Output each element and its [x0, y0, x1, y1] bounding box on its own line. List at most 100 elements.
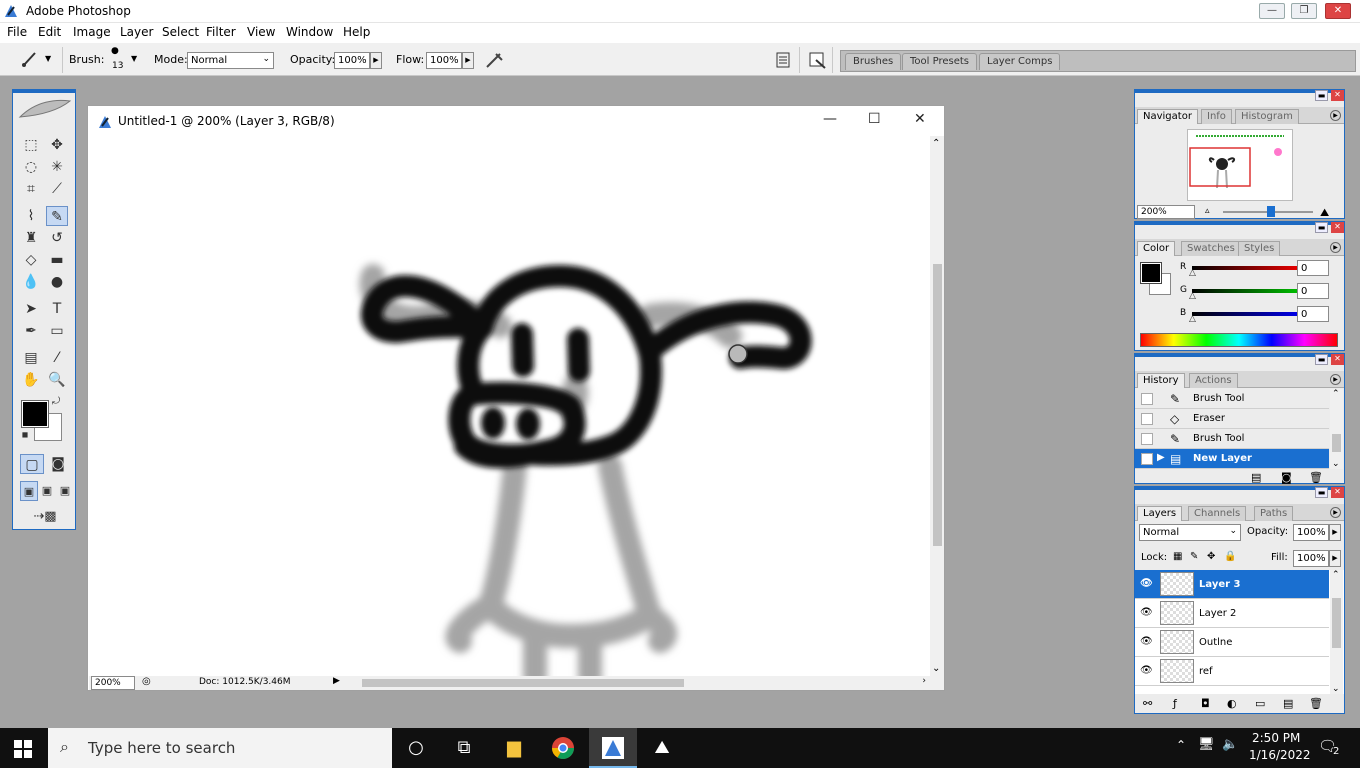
photos-app-icon[interactable]: ⛰: [650, 736, 674, 760]
history-state-new-layer[interactable]: ▶ ▤ New Layer: [1135, 449, 1329, 469]
status-info-icon[interactable]: ◎: [142, 676, 151, 687]
tab-swatches[interactable]: Swatches: [1181, 241, 1241, 256]
opacity-slider-button[interactable]: ▶: [370, 52, 382, 69]
file-explorer-icon[interactable]: ▆: [502, 736, 526, 760]
swap-colors-icon[interactable]: ⤾: [49, 395, 63, 409]
layer-style-icon[interactable]: ƒ: [1173, 697, 1177, 710]
preset-dropdown-arrow[interactable]: ▼: [45, 54, 51, 63]
zoom-tool-icon[interactable]: 🔍: [46, 370, 68, 390]
navigator-zoom-field[interactable]: 200%: [1137, 205, 1195, 219]
menu-window[interactable]: Window: [286, 25, 333, 39]
palette-menu-icon[interactable]: ▶: [1330, 242, 1341, 253]
navigator-preview[interactable]: [1187, 129, 1293, 201]
scroll-down-icon[interactable]: ⌄: [1332, 684, 1340, 694]
layer-opacity-input[interactable]: 100%: [1293, 524, 1329, 541]
cortana-icon[interactable]: ○: [404, 736, 428, 760]
history-state-eraser[interactable]: ◇ Eraser: [1135, 409, 1329, 429]
blue-slider-thumb[interactable]: △: [1189, 314, 1196, 324]
lock-all-icon[interactable]: 🔒: [1224, 551, 1236, 562]
history-state-brush-tool[interactable]: ✎ Brush Tool: [1135, 389, 1329, 409]
palette-close-button[interactable]: ✕: [1331, 222, 1344, 233]
close-button[interactable]: ✕: [1325, 3, 1351, 19]
eraser-tool-icon[interactable]: ◇: [20, 250, 42, 270]
layer-fill-slider-button[interactable]: ▶: [1329, 550, 1341, 567]
hand-tool-icon[interactable]: ✋: [20, 370, 42, 390]
network-icon[interactable]: 🖥: [1198, 737, 1215, 752]
tab-channels[interactable]: Channels: [1188, 506, 1247, 521]
history-state-brush-tool[interactable]: ✎ Brush Tool: [1135, 429, 1329, 449]
horizontal-scrollbar[interactable]: ›: [360, 676, 928, 689]
well-tab-brushes[interactable]: Brushes: [845, 53, 902, 70]
palette-minimize-button[interactable]: ▬: [1315, 487, 1328, 498]
palette-minimize-button[interactable]: ▬: [1315, 354, 1328, 365]
show-hidden-icons-icon[interactable]: ⌃: [1176, 738, 1186, 752]
blur-tool-icon[interactable]: 💧: [20, 272, 42, 292]
red-slider[interactable]: [1192, 266, 1309, 270]
zoom-in-icon[interactable]: ⛰: [1320, 206, 1329, 220]
doc-close-button[interactable]: ✕: [914, 111, 926, 127]
flow-input[interactable]: 100%: [426, 52, 462, 69]
jump-to-imageready-icon[interactable]: ⇢▩: [20, 507, 70, 527]
clock-date[interactable]: 1/16/2022: [1249, 748, 1311, 762]
menu-layer[interactable]: Layer: [120, 25, 153, 39]
green-value-input[interactable]: 0: [1297, 283, 1329, 299]
image-canvas[interactable]: [90, 136, 928, 676]
clone-stamp-icon[interactable]: ♜: [20, 228, 42, 248]
foreground-color-swatch[interactable]: [21, 400, 49, 428]
history-snapshot-source[interactable]: [1141, 413, 1153, 425]
airbrush-icon[interactable]: [484, 50, 506, 70]
tab-paths[interactable]: Paths: [1254, 506, 1294, 521]
brush-preset-icon[interactable]: [20, 50, 40, 68]
restore-button[interactable]: ❐: [1291, 3, 1317, 19]
layer-row-outlne[interactable]: 👁 Outlne: [1135, 628, 1329, 657]
tab-color[interactable]: Color: [1137, 241, 1176, 256]
scroll-up-icon[interactable]: ⌃: [1332, 570, 1340, 580]
palette-menu-icon[interactable]: ▶: [1330, 374, 1341, 385]
palette-close-button[interactable]: ✕: [1331, 354, 1344, 365]
eye-visibility-icon[interactable]: 👁: [1140, 578, 1153, 589]
menu-view[interactable]: View: [247, 25, 275, 39]
brush-size[interactable]: 13: [112, 61, 123, 71]
menu-image[interactable]: Image: [73, 25, 111, 39]
chrome-icon[interactable]: [551, 736, 575, 760]
green-slider[interactable]: [1192, 289, 1309, 293]
zoom-out-icon[interactable]: ▵: [1205, 206, 1210, 216]
gradient-tool-icon[interactable]: ▬: [46, 250, 68, 270]
type-tool-icon[interactable]: T: [46, 299, 68, 319]
horizontal-scroll-thumb[interactable]: [362, 679, 684, 687]
dodge-tool-icon[interactable]: ●: [46, 272, 68, 292]
palette-minimize-button[interactable]: ▬: [1315, 222, 1328, 233]
red-value-input[interactable]: 0: [1297, 260, 1329, 276]
default-colors-icon[interactable]: ◼: [19, 429, 31, 441]
adjustment-layer-icon[interactable]: ◐: [1227, 697, 1237, 710]
marquee-tool-icon[interactable]: ⬚: [20, 135, 42, 155]
crop-tool-icon[interactable]: ⌗: [20, 179, 42, 199]
green-slider-thumb[interactable]: △: [1189, 291, 1196, 301]
brush-tool-icon[interactable]: ✎: [46, 206, 68, 226]
new-group-icon[interactable]: ▭: [1255, 697, 1265, 710]
new-layer-icon[interactable]: ▤: [1283, 697, 1293, 710]
screen-mode-full-icon[interactable]: ▣: [56, 481, 74, 501]
palette-close-button[interactable]: ✕: [1331, 90, 1344, 101]
vertical-scrollbar[interactable]: ⌃ ⌄: [930, 136, 944, 676]
scroll-right-icon[interactable]: ›: [922, 676, 926, 686]
color-foreground-swatch[interactable]: [1140, 262, 1162, 284]
layer-fill-input[interactable]: 100%: [1293, 550, 1329, 567]
menu-filter[interactable]: Filter: [206, 25, 236, 39]
quick-mask-icon[interactable]: ◙: [46, 454, 70, 474]
path-selection-icon[interactable]: ➤: [20, 299, 42, 319]
delete-state-icon[interactable]: 🗑: [1309, 471, 1323, 484]
healing-brush-icon[interactable]: ⌇: [20, 206, 42, 226]
task-view-icon[interactable]: ⧉: [452, 736, 476, 760]
eye-visibility-icon[interactable]: 👁: [1140, 607, 1153, 618]
history-brush-icon[interactable]: ↺: [46, 228, 68, 248]
menu-edit[interactable]: Edit: [38, 25, 61, 39]
well-tab-tool-presets[interactable]: Tool Presets: [902, 53, 977, 70]
palette-menu-icon[interactable]: ▶: [1330, 110, 1341, 121]
slice-tool-icon[interactable]: ⟋: [46, 179, 68, 199]
zoom-field[interactable]: 200%: [91, 676, 135, 690]
move-tool-icon[interactable]: ✥: [46, 135, 68, 155]
taskbar-search-box[interactable]: ⌕ Type here to search: [48, 728, 392, 768]
history-scrollbar[interactable]: ⌃ ⌄: [1330, 389, 1343, 469]
add-mask-icon[interactable]: ◘: [1201, 697, 1210, 710]
